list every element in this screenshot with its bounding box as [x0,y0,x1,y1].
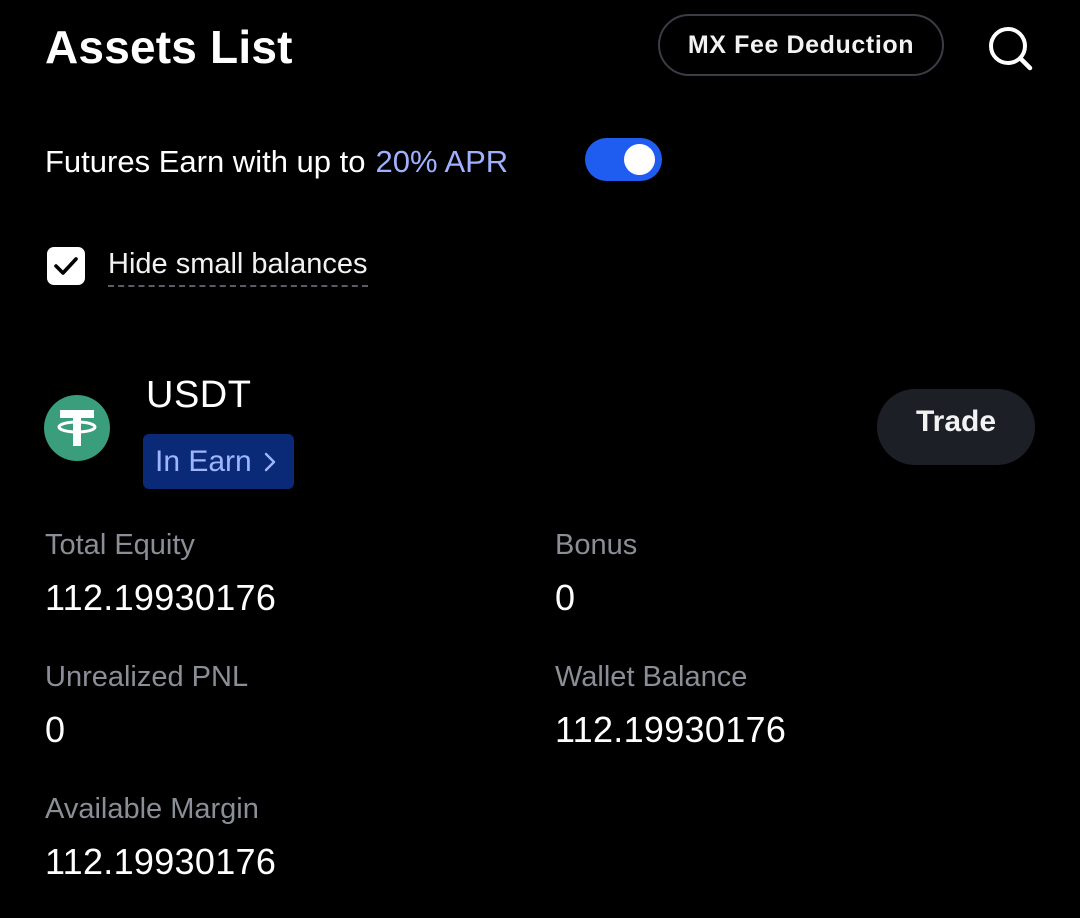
asset-symbol: USDT [146,374,252,416]
in-earn-label: In Earn [155,444,252,478]
promo-text: Futures Earn with up to [45,144,366,179]
unrealized-pnl-label: Unrealized PNL [45,661,249,693]
total-equity-value: 112.19930176 [45,577,277,618]
available-margin-value: 112.19930176 [45,841,277,882]
wallet-balance-value: 112.19930176 [555,709,787,750]
wallet-balance-label: Wallet Balance [555,661,748,693]
page-title: Assets List [45,21,293,73]
in-earn-badge[interactable]: In Earn [143,434,294,489]
futures-earn-toggle[interactable] [585,138,662,181]
tether-icon [44,395,110,461]
mx-fee-deduction-button[interactable]: MX Fee Deduction [658,14,944,76]
promo-apr-highlight[interactable]: 20% APR [376,140,509,184]
unrealized-pnl-value: 0 [45,709,66,750]
total-equity-label: Total Equity [45,529,195,561]
hide-small-balances-label[interactable]: Hide small balances [108,244,368,287]
chevron-right-icon [264,452,275,471]
futures-earn-promo: Futures Earn with up to 20% APR [45,140,508,184]
bonus-value: 0 [555,577,576,618]
toggle-knob [624,144,655,175]
search-icon[interactable] [986,24,1034,72]
hide-small-balances-checkbox[interactable] [47,247,85,285]
trade-button[interactable]: Trade [877,389,1035,465]
available-margin-label: Available Margin [45,793,259,825]
checkmark-icon [54,257,78,275]
bonus-label: Bonus [555,529,638,561]
